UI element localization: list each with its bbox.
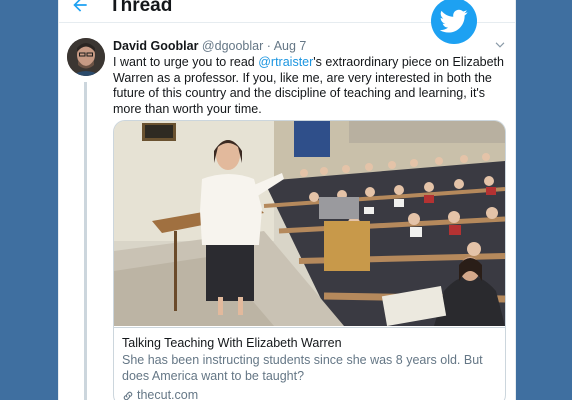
- tweet-text-start: I want to urge you to read: [113, 55, 259, 69]
- author-handle[interactable]: @dgooblar: [202, 39, 263, 53]
- link-icon: [123, 391, 133, 400]
- avatar-photo: [67, 38, 105, 76]
- page-title: Thread: [109, 0, 173, 16]
- tweet-date[interactable]: Aug 7: [274, 39, 307, 53]
- tweet-author: David Gooblar @dgooblar · Aug 7: [113, 38, 306, 54]
- link-description: She has been instructing students since …: [122, 353, 483, 383]
- thread-connector-line: [84, 82, 87, 400]
- meta-separator: ·: [263, 39, 274, 53]
- thread-panel: Thread David Gooblar @dgooblar · Aug 7 I…: [58, 0, 516, 400]
- link-domain: thecut.com: [122, 388, 198, 400]
- avatar[interactable]: [67, 38, 105, 76]
- arrow-left-icon: [73, 0, 87, 12]
- chevron-down-icon: [495, 42, 505, 48]
- author-name[interactable]: David Gooblar: [113, 39, 198, 53]
- tweet-text: I want to urge you to read @rtraister's …: [113, 55, 505, 117]
- twitter-bird-icon: [440, 9, 468, 33]
- back-button[interactable]: [70, 0, 92, 17]
- twitter-logo: [431, 0, 477, 44]
- link-title[interactable]: Talking Teaching With Elizabeth Warren: [122, 335, 342, 351]
- link-preview-image: [114, 121, 505, 326]
- mention-link[interactable]: @rtraister: [258, 55, 313, 69]
- link-preview-info: Talking Teaching With Elizabeth Warren S…: [114, 327, 505, 400]
- link-preview-card[interactable]: Talking Teaching With Elizabeth Warren S…: [113, 120, 506, 400]
- tweet-menu-button[interactable]: [493, 38, 509, 54]
- link-domain-text: thecut.com: [137, 388, 199, 400]
